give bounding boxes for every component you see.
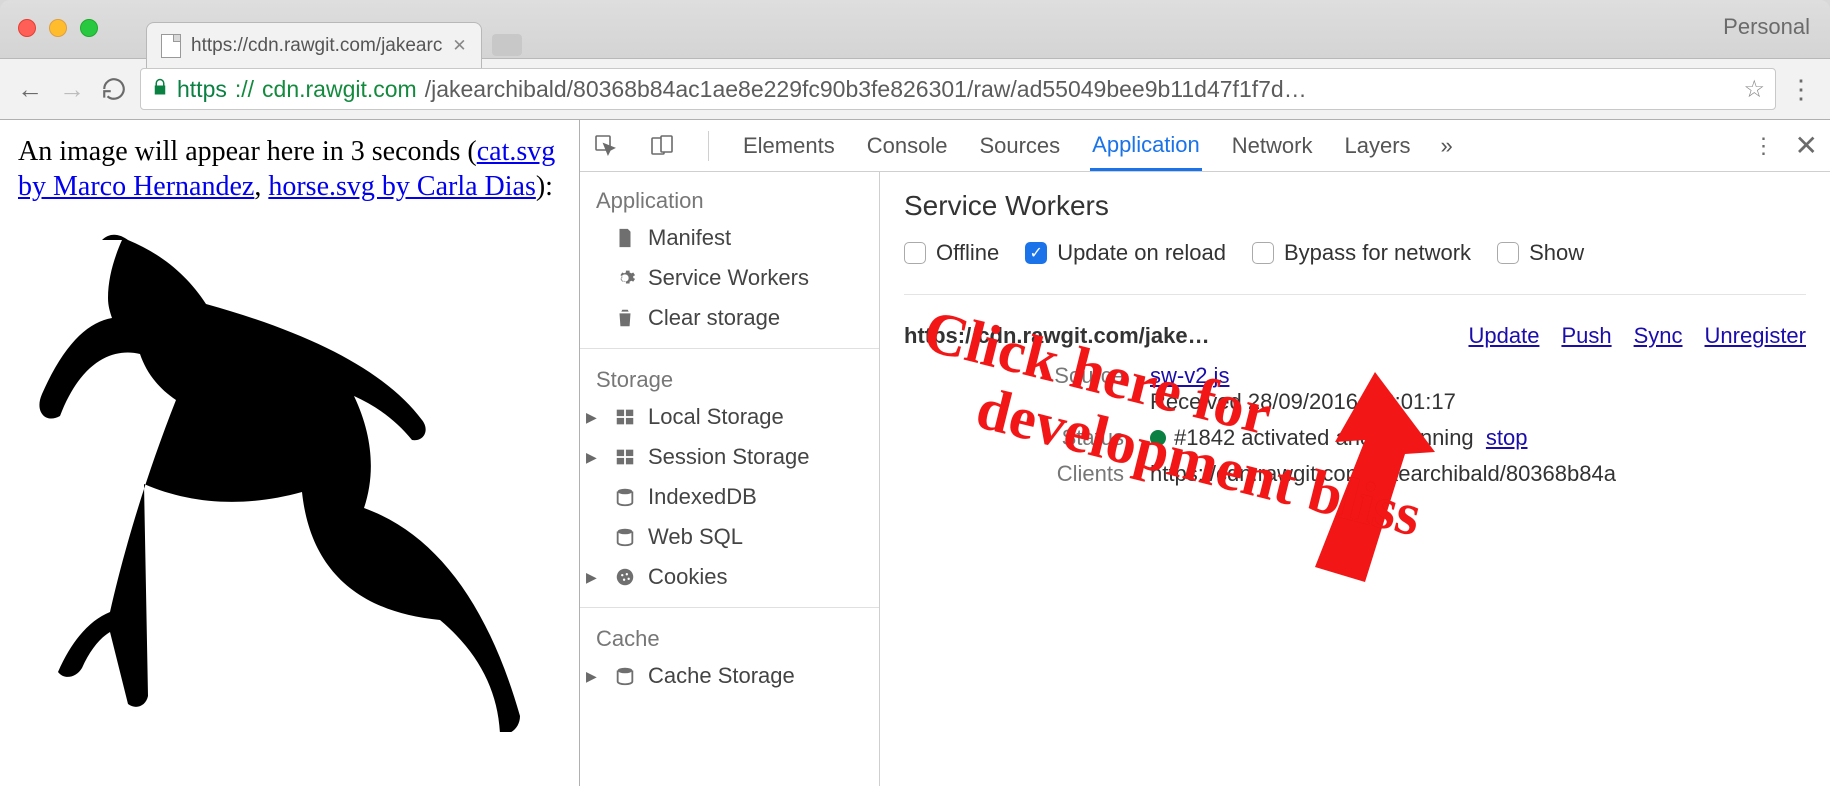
devtools-main: Service Workers Offline ✓Update on reloa… [880,172,1830,786]
link-horse-svg[interactable]: horse.svg by Carla Dias [268,171,536,202]
browser-window: https://cdn.rawgit.com/jakearc ✕ Persona… [0,0,1830,786]
url-scheme: https [177,76,227,103]
sidebar-group-cache: Cache [580,618,879,656]
inspect-element-icon[interactable] [592,134,620,158]
update-on-reload-checkbox[interactable]: ✓Update on reload [1025,240,1226,266]
sidebar-item-service-workers[interactable]: Service Workers [580,258,879,298]
service-worker-entry: https://cdn.rawgit.com/jake… Update Push… [904,294,1806,487]
devtools-close-button[interactable]: ✕ [1795,129,1818,162]
maximize-window-button[interactable] [80,19,98,37]
sidebar-item-manifest[interactable]: Manifest [580,218,879,258]
file-icon [161,34,181,58]
sw-unregister-link[interactable]: Unregister [1705,323,1806,349]
bookmark-star-icon[interactable]: ☆ [1743,75,1765,104]
devtools-menu-button[interactable]: ⋮ [1753,133,1775,159]
tab-application[interactable]: Application [1090,122,1202,171]
devtools-body: Application Manifest Service Workers Cle… [580,172,1830,786]
back-button[interactable]: ← [14,73,46,105]
bypass-for-network-checkbox[interactable]: Bypass for network [1252,240,1471,266]
sw-received: Received 28/09/2016, 13:01:17 [1150,389,1456,414]
sidebar-item-clear-storage[interactable]: Clear storage [580,298,879,338]
sw-status-label: Status [1034,425,1124,451]
sw-update-link[interactable]: Update [1468,323,1539,349]
forward-button[interactable]: → [56,73,88,105]
sw-source-file[interactable]: sw-v2.js [1150,363,1229,388]
sw-push-link[interactable]: Push [1561,323,1611,349]
expand-icon[interactable]: ▶ [586,409,597,426]
minimize-window-button[interactable] [49,19,67,37]
status-dot-icon [1150,430,1166,446]
content-area: An image will appear here in 3 seconds (… [0,120,1830,786]
tab-layers[interactable]: Layers [1342,123,1412,169]
close-tab-icon[interactable]: ✕ [452,36,466,56]
titlebar: https://cdn.rawgit.com/jakearc ✕ Persona… [0,0,1830,58]
sw-options-row: Offline ✓Update on reload Bypass for net… [904,240,1806,266]
new-tab-button[interactable] [492,34,522,56]
profile-label[interactable]: Personal [1723,14,1810,40]
page-text: An image will appear here in 3 seconds (… [18,134,561,204]
service-workers-heading: Service Workers [904,190,1806,222]
sw-sync-link[interactable]: Sync [1634,323,1683,349]
browser-tab[interactable]: https://cdn.rawgit.com/jakearc ✕ [146,22,482,68]
expand-icon[interactable]: ▶ [586,668,597,685]
close-window-button[interactable] [18,19,36,37]
address-bar[interactable]: https :// cdn.rawgit.com/jakearchibald/803… [140,68,1776,110]
lock-icon [151,76,169,103]
sidebar-group-storage: Storage [580,359,879,397]
page-viewport: An image will appear here in 3 seconds (… [0,120,580,786]
sidebar-item-local-storage[interactable]: ▶Local Storage [580,397,879,437]
sidebar-group-application: Application [580,180,879,218]
sw-status-text: #1842 activated and is running [1174,425,1474,450]
sw-clients-text: https://cdn.rawgit.com/jakearchibald/803… [1150,461,1806,487]
sidebar-item-session-storage[interactable]: ▶Session Storage [580,437,879,477]
sidebar-item-cache-storage[interactable]: ▶Cache Storage [580,656,879,696]
reload-button[interactable] [98,73,130,105]
device-toolbar-icon[interactable] [648,134,676,158]
window-controls [18,19,98,37]
show-all-checkbox[interactable]: Show [1497,240,1584,266]
expand-icon[interactable]: ▶ [586,449,597,466]
sw-origin: https://cdn.rawgit.com/jake… [904,323,1210,349]
sidebar-item-indexeddb[interactable]: IndexedDB [580,477,879,517]
tabs-overflow-button[interactable]: » [1441,133,1453,159]
url-host: cdn.rawgit.com [262,76,417,103]
horse-image [18,212,548,732]
devtools-panel: Elements Console Sources Application Net… [580,120,1830,786]
sw-source-label: Source [1034,363,1124,415]
tab-network[interactable]: Network [1230,123,1315,169]
sidebar-item-web-sql[interactable]: Web SQL [580,517,879,557]
devtools-tabbar: Elements Console Sources Application Net… [580,120,1830,172]
devtools-sidebar: Application Manifest Service Workers Cle… [580,172,880,786]
tab-title: https://cdn.rawgit.com/jakearc [191,35,442,57]
browser-menu-button[interactable]: ⋮ [1786,74,1816,105]
sw-clients-label: Clients [1034,461,1124,487]
url-prefix: :// [235,76,254,103]
sidebar-item-cookies[interactable]: ▶Cookies [580,557,879,597]
expand-icon[interactable]: ▶ [586,569,597,586]
offline-checkbox[interactable]: Offline [904,240,999,266]
tab-elements[interactable]: Elements [741,123,837,169]
sw-stop-link[interactable]: stop [1486,425,1528,450]
tab-sources[interactable]: Sources [977,123,1062,169]
url-path: /jakearchibald/80368b84ac1ae8e229fc90b3f… [425,76,1307,103]
tab-console[interactable]: Console [865,123,950,169]
